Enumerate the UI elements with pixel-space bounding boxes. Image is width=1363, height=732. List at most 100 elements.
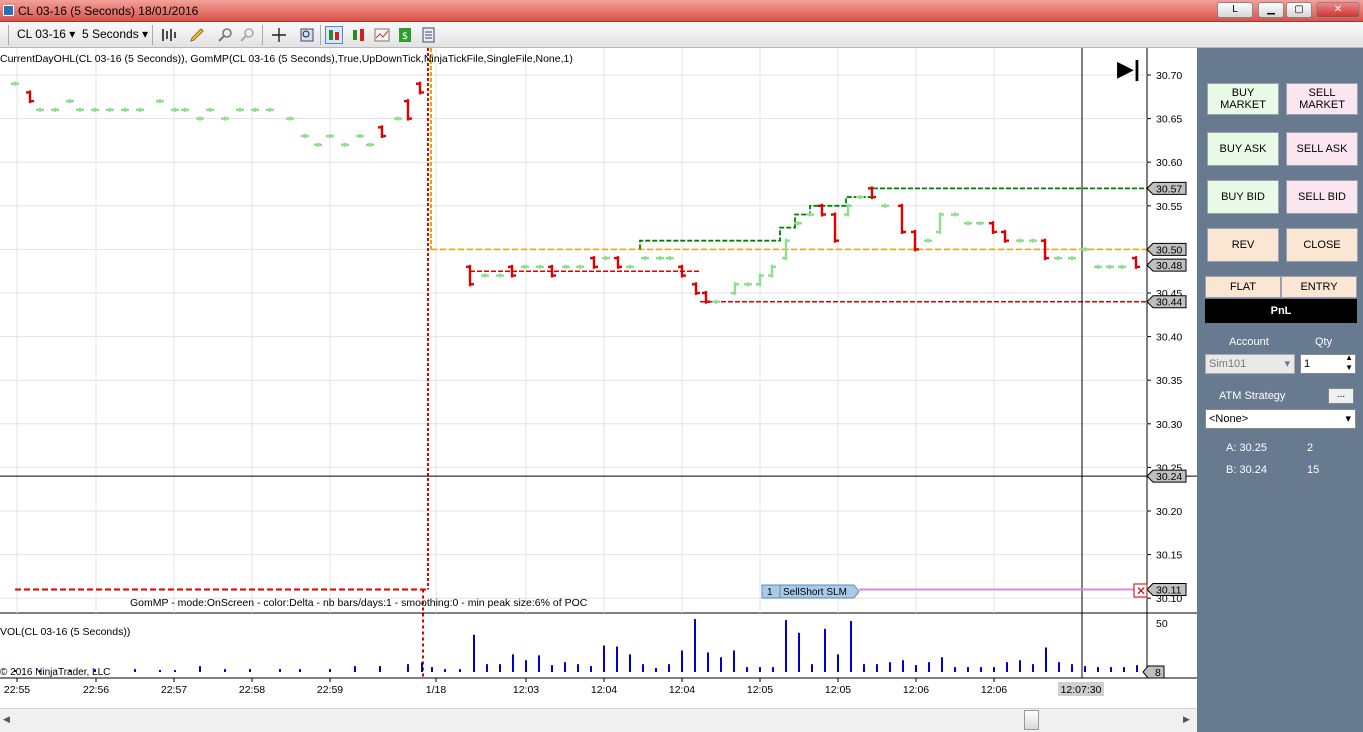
close-icon[interactable]: ✕ [1316,2,1360,18]
price-tick-label: 30.30 [1156,419,1182,431]
price-tick-label: 30.15 [1156,550,1182,562]
scroll-right-icon[interactable]: ▶ [1183,714,1190,725]
interval-value: 5 Seconds [82,27,139,41]
app-icon [3,5,14,16]
flat-button[interactable]: FLAT [1205,276,1281,298]
indicators-icon[interactable] [373,26,391,44]
price-flag-text: 30.24 [1156,471,1182,483]
dollar-icon[interactable]: $ [396,26,414,44]
buy-market-button[interactable]: BUY MARKET [1207,83,1279,115]
svg-text:$: $ [402,31,408,42]
price-flag-text: 30.44 [1156,297,1182,309]
atm-strategy-select[interactable]: <None> ▾ [1205,409,1356,429]
pencil-icon[interactable] [188,26,206,44]
link-button[interactable]: L [1217,2,1253,18]
time-tick-label: 12:05 [825,684,851,696]
data-box-icon[interactable] [298,26,316,44]
price-flag-text: 30.11 [1156,584,1182,596]
price-flag-text: 30.48 [1156,260,1182,272]
window-title-bar: CL 03-16 (5 Seconds) 18/01/2016 L ▁ ▢ ✕ [0,0,1363,22]
zoom-out-icon[interactable] [238,26,256,44]
chart-trader-icon[interactable] [325,26,343,44]
time-tick-label: 1/18 [426,684,447,696]
strategies-icon[interactable] [350,26,368,44]
ask-price: A: 30.25 [1226,442,1267,454]
skip-to-end-icon[interactable]: ▶| [1117,56,1140,81]
scroll-left-icon[interactable]: ◀ [3,714,10,725]
atm-settings-button[interactable]: ... [1328,388,1354,404]
scroll-thumb[interactable] [1024,710,1039,730]
gom-label: GomMP - mode:OnScreen - color:Delta - nb… [130,597,588,609]
reverse-button[interactable]: REV [1207,228,1279,262]
vol-flag-text: 8 [1155,667,1161,679]
price-flag: 30.44 [1146,295,1187,309]
toolbar-separator [320,25,321,45]
chart-toolbar: CL 03-16 ▾ 5 Seconds ▾ $ [0,22,1363,48]
zoom-in-icon[interactable] [216,26,234,44]
price-tick-label: 30.35 [1156,375,1182,387]
price-tick-label: 30.65 [1156,114,1182,126]
atm-strategy-label: ATM Strategy [1219,390,1286,402]
horizontal-scrollbar[interactable]: ◀ ▶ [0,708,1197,732]
time-tick-label: 22:57 [161,684,187,696]
price-tick-label: 30.40 [1156,332,1182,344]
chevron-down-icon: ▾ [69,27,76,41]
quantity-stepper[interactable]: 1 ▲ ▼ [1300,353,1356,374]
time-tick-label: 12:06 [903,684,929,696]
price-tick-label: 30.70 [1156,70,1182,82]
minimize-icon[interactable]: ▁ [1258,2,1284,18]
qty-label: Qty [1315,336,1333,348]
maximize-icon[interactable]: ▢ [1286,2,1312,18]
price-flag-text: 30.57 [1156,183,1182,195]
buy-ask-button[interactable]: BUY ASK [1207,132,1279,166]
vol-flag-shape [1142,665,1165,679]
toolbar-separator [262,25,263,45]
sell-bid-button[interactable]: SELL BID [1286,180,1358,214]
bid-price: B: 30.24 [1226,464,1267,476]
close-icon: ✕ [1136,584,1146,598]
bar-spacing-icon[interactable] [160,26,178,44]
account-label: Account [1229,336,1269,348]
instrument-dropdown[interactable]: CL 03-16 ▾ [17,27,75,41]
order-marker[interactable]: 1 SellShort SLM [761,584,860,599]
price-tick-label: 30.60 [1156,157,1182,169]
order-cancel-button[interactable]: ✕ [1133,583,1148,598]
copyright-label: © 2016 NinjaTrader, LLC [0,667,110,678]
crosshair-icon[interactable] [270,26,288,44]
order-label: SellShort SLM [783,587,847,598]
sell-ask-button[interactable]: SELL ASK [1286,132,1358,166]
stepper-arrows-icon[interactable]: ▲ ▼ [1345,353,1353,373]
account-select[interactable]: Sim101 ▾ [1205,354,1295,374]
time-tick-label: 12:04 [669,684,695,696]
time-tick-label: 12:06 [981,684,1007,696]
price-flag: 30.11 [1146,582,1187,596]
ask-size: 2 [1307,442,1314,454]
price-flag: 30.50 [1146,242,1187,256]
price-flag: 30.48 [1146,258,1187,272]
chart-grid [0,48,1197,708]
time-tick-label: 22:59 [317,684,343,696]
interval-dropdown[interactable]: 5 Seconds ▾ [82,27,148,41]
buy-bid-button[interactable]: BUY BID [1207,180,1279,214]
price-chart[interactable]: 30.7030.6530.6030.5530.5030.4530.4030.35… [0,48,1197,708]
close-position-button[interactable]: CLOSE [1286,228,1358,262]
price-flag: 30.24 [1146,469,1187,483]
instrument-value: CL 03-16 [17,27,66,41]
bid-size: 15 [1307,464,1320,476]
price-tick-label: 30.20 [1156,506,1182,518]
price-tick-label: 30.55 [1156,201,1182,213]
price-flag: 30.57 [1146,181,1187,195]
time-tick-label: 12:03 [513,684,539,696]
vol-tick-label: 50 [1156,618,1168,630]
sell-market-button[interactable]: SELL MARKET [1286,83,1358,115]
properties-icon[interactable] [419,26,437,44]
pnl-display: PnL [1205,299,1357,323]
chart-background [0,48,1197,708]
crosshair-time-flag: 12:07:30 [1058,682,1104,696]
volume-label: VOL(CL 03-16 (5 Seconds)) [0,626,130,638]
time-tick-label: 12:04 [591,684,617,696]
window-title: CL 03-16 (5 Seconds) 18/01/2016 [18,4,199,18]
chart-trader-panel: BUY MARKET SELL MARKET BUY ASK SELL ASK BU… [1197,48,1363,732]
price-flag-text: 30.50 [1156,244,1182,256]
entry-button[interactable]: ENTRY [1281,276,1357,298]
